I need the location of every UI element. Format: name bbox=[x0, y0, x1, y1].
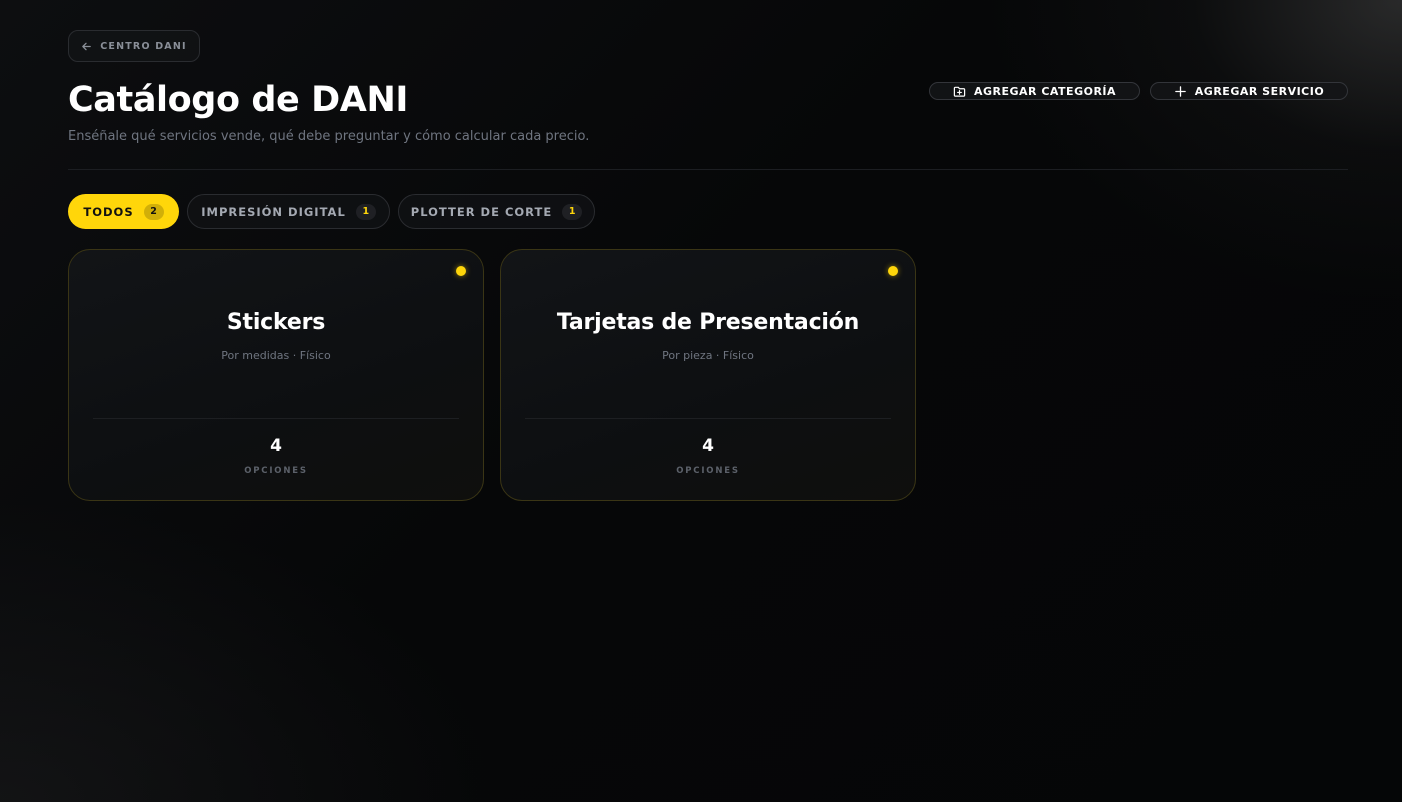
tab-label: PLOTTER DE CORTE bbox=[410, 204, 553, 219]
tab-impresion-digital[interactable]: IMPRESIÓN DIGITAL 1 bbox=[187, 194, 390, 229]
service-card-stickers[interactable]: Stickers Por medidas · Físico 4 OPCIONES bbox=[68, 249, 484, 501]
back-button[interactable]: CENTRO DANI bbox=[68, 30, 200, 62]
options-count: 4 bbox=[702, 436, 714, 456]
service-name: Tarjetas de Presentación bbox=[556, 310, 860, 335]
tab-count-badge: 1 bbox=[562, 203, 583, 220]
options-count: 4 bbox=[270, 436, 282, 456]
tab-todos[interactable]: TODOS 2 bbox=[68, 194, 179, 229]
options-label: OPCIONES bbox=[676, 466, 740, 476]
page-title: Catálogo de DANI bbox=[68, 80, 409, 120]
service-name: Stickers bbox=[226, 310, 326, 335]
tab-count-badge: 2 bbox=[143, 203, 164, 220]
add-category-button[interactable]: AGREGAR CATEGORÍA bbox=[929, 82, 1140, 100]
card-divider bbox=[93, 418, 459, 419]
add-category-label: AGREGAR CATEGORÍA bbox=[973, 84, 1117, 98]
back-button-label: CENTRO DANI bbox=[100, 40, 187, 52]
add-service-label: AGREGAR SERVICIO bbox=[1194, 84, 1325, 98]
status-dot bbox=[888, 266, 898, 276]
add-service-button[interactable]: AGREGAR SERVICIO bbox=[1150, 82, 1348, 100]
page-subtitle: Enséñale qué servicios vende, qué debe p… bbox=[68, 129, 590, 144]
folder-plus-icon bbox=[953, 86, 966, 97]
arrow-left-icon bbox=[82, 42, 92, 50]
tab-count-badge: 1 bbox=[355, 203, 376, 220]
service-meta: Por pieza · Físico bbox=[662, 349, 754, 362]
service-card-tarjetas[interactable]: Tarjetas de Presentación Por pieza · Fís… bbox=[500, 249, 916, 501]
options-label: OPCIONES bbox=[244, 466, 308, 476]
tab-label: TODOS bbox=[83, 204, 134, 219]
plus-icon bbox=[1175, 85, 1186, 97]
tab-plotter-de-corte[interactable]: PLOTTER DE CORTE 1 bbox=[398, 194, 595, 229]
card-divider bbox=[525, 418, 891, 419]
status-dot bbox=[456, 266, 466, 276]
tab-label: IMPRESIÓN DIGITAL bbox=[201, 204, 346, 219]
service-meta: Por medidas · Físico bbox=[221, 349, 331, 362]
header-divider bbox=[68, 169, 1348, 170]
